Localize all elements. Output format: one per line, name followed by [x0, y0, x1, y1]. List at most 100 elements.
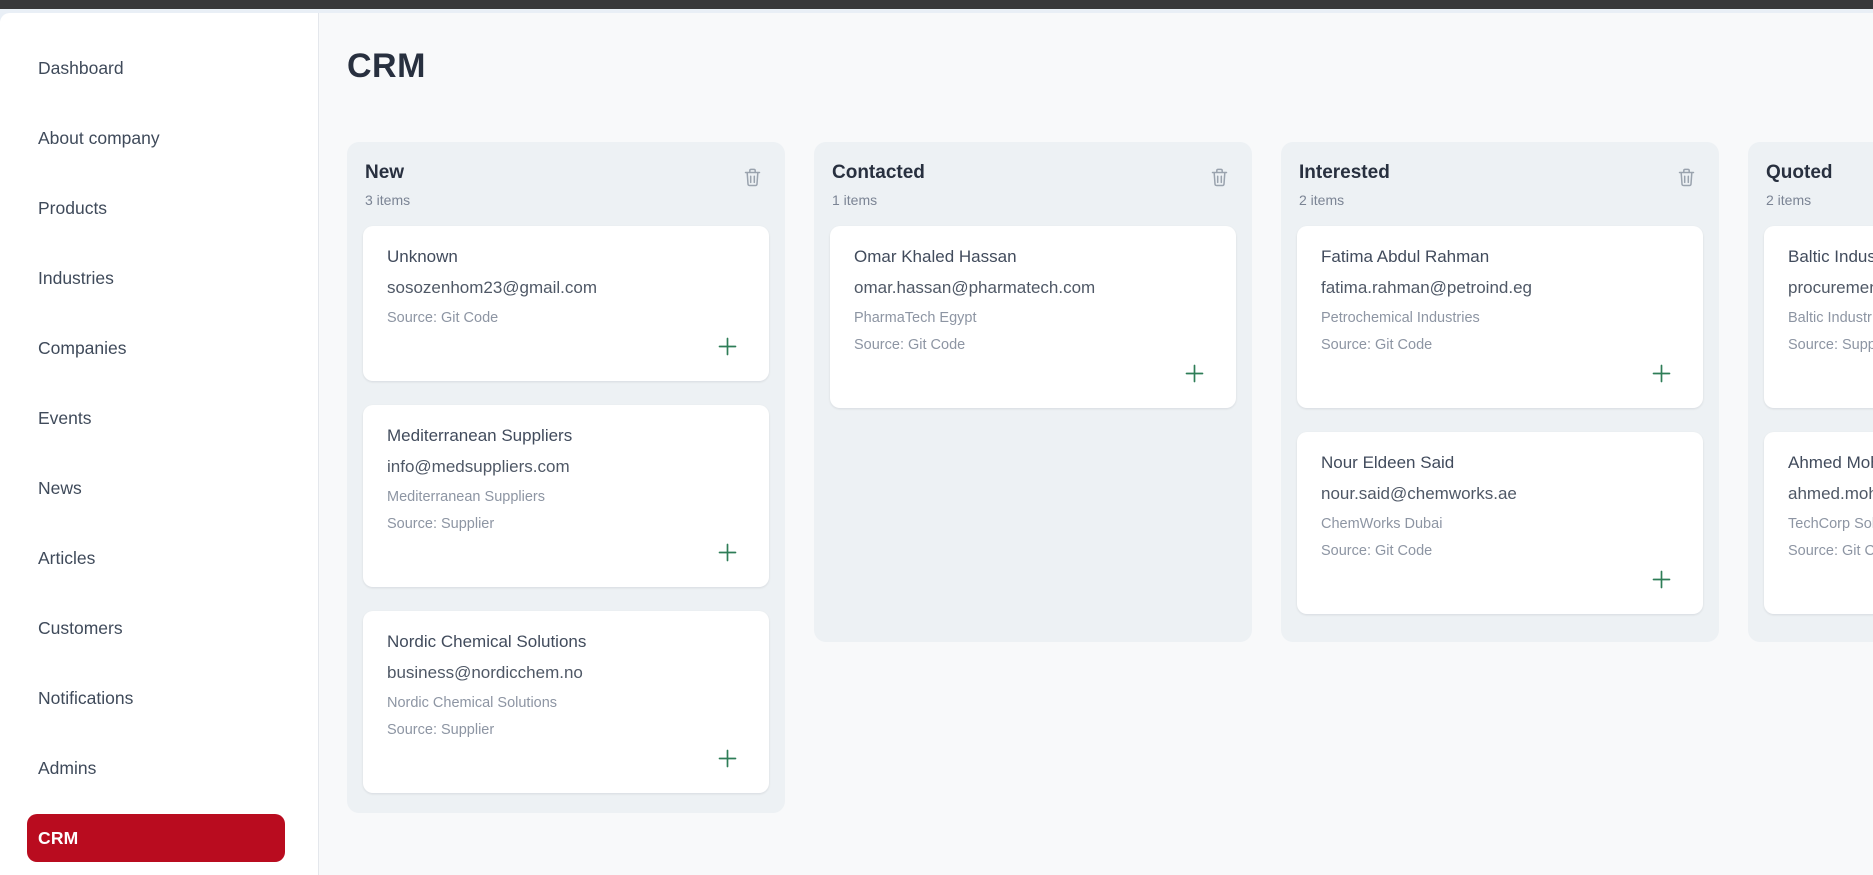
- lead-source: Source: Git Code: [1321, 542, 1433, 559]
- sidebar-nav: Dashboard About company Products Industries…: [0, 33, 318, 862]
- sidebar-item-events[interactable]: Events: [0, 383, 318, 453]
- lead-source: Source: Git C: [1788, 542, 1873, 559]
- sidebar-item-companies[interactable]: Companies: [0, 313, 318, 383]
- card-actions: [387, 533, 745, 573]
- column-item-count: 2 items: [1766, 191, 1812, 208]
- app-frame: Dashboard About company Products Industries…: [0, 13, 1873, 875]
- column-item-count: 3 items: [365, 191, 411, 208]
- sidebar-item-about-company[interactable]: About company: [0, 103, 318, 173]
- column-cards: Fatima Abdul Rahman fatima.rahman@petroi…: [1297, 225, 1703, 614]
- lead-company: PharmaTech Egypt: [854, 309, 977, 326]
- lead-email: ahmed.moh: [1788, 483, 1873, 503]
- lead-company: Petrochemical Industries: [1321, 309, 1480, 326]
- add-button[interactable]: [1650, 568, 1673, 591]
- card-actions: [1788, 354, 1873, 394]
- trash-icon: [1211, 168, 1228, 190]
- lead-card[interactable]: Mediterranean Suppliers info@medsupplier…: [363, 404, 769, 587]
- trash-icon: [1678, 168, 1695, 190]
- card-actions: [387, 739, 745, 779]
- column-title: Interested: [1299, 162, 1390, 183]
- lead-name: Nordic Chemical Solutions: [387, 631, 587, 651]
- column-item-count: 1 items: [832, 191, 878, 208]
- lead-card[interactable]: Unknown sosozenhom23@gmail.com Source: G…: [363, 225, 769, 381]
- add-button[interactable]: [716, 335, 739, 358]
- add-button[interactable]: [716, 747, 739, 770]
- column-item-count: 2 items: [1299, 191, 1345, 208]
- column-cards: Unknown sosozenhom23@gmail.com Source: G…: [363, 225, 769, 793]
- lead-name: Mediterranean Suppliers: [387, 425, 573, 445]
- lead-card[interactable]: Ahmed Moh ahmed.moh TechCorp Sol Source:…: [1764, 431, 1873, 614]
- add-button[interactable]: [1650, 362, 1673, 385]
- lead-name: Nour Eldeen Said: [1321, 452, 1455, 472]
- lead-card[interactable]: Fatima Abdul Rahman fatima.rahman@petroi…: [1297, 225, 1703, 408]
- lead-card[interactable]: Omar Khaled Hassan omar.hassan@pharmatec…: [830, 225, 1236, 408]
- lead-source: Source: Git Code: [1321, 336, 1433, 353]
- plus-icon: [1650, 364, 1673, 388]
- window-chrome-bar: [0, 0, 1873, 9]
- column-header: Quoted 2 items: [1764, 160, 1873, 208]
- plus-icon: [1650, 570, 1673, 594]
- lead-company: Nordic Chemical Solutions: [387, 694, 558, 711]
- lead-company: ChemWorks Dubai: [1321, 515, 1443, 532]
- delete-column-button[interactable]: [1674, 164, 1699, 191]
- column-header-text: Quoted 2 items: [1766, 162, 1833, 208]
- lead-name: Baltic Indus: [1788, 246, 1873, 266]
- lead-name: Ahmed Moh: [1788, 452, 1873, 472]
- card-actions: [387, 327, 745, 367]
- lead-company: Baltic Industr: [1788, 309, 1872, 326]
- delete-column-button[interactable]: [740, 164, 765, 191]
- sidebar-item-dashboard[interactable]: Dashboard: [0, 33, 318, 103]
- lead-email: omar.hassan@pharmatech.com: [854, 277, 1096, 297]
- lead-name: Omar Khaled Hassan: [854, 246, 1017, 266]
- card-actions: [1321, 354, 1679, 394]
- sidebar-item-admins[interactable]: Admins: [0, 733, 318, 803]
- column-title: Quoted: [1766, 162, 1833, 183]
- column-header: Contacted 1 items: [830, 160, 1236, 208]
- card-actions: [1788, 560, 1873, 600]
- add-button[interactable]: [1183, 362, 1206, 385]
- sidebar-item-crm[interactable]: CRM: [27, 814, 285, 862]
- lead-source: Source: Supplier: [387, 515, 495, 532]
- delete-column-button[interactable]: [1207, 164, 1232, 191]
- plus-icon: [716, 337, 739, 361]
- plus-icon: [1183, 364, 1206, 388]
- lead-email: procuremen: [1788, 277, 1873, 297]
- lead-email: fatima.rahman@petroind.eg: [1321, 277, 1532, 297]
- lead-email: nour.said@chemworks.ae: [1321, 483, 1517, 503]
- kanban-column-contacted: Contacted 1 items Omar Khaled Hassan oma…: [814, 142, 1252, 642]
- kanban-column-new: New 3 items Unknown sosozenhom23@gmail.c…: [347, 142, 785, 813]
- lead-source: Source: Git Code: [387, 309, 499, 326]
- plus-icon: [716, 749, 739, 773]
- column-header: New 3 items: [363, 160, 769, 208]
- lead-company: TechCorp Sol: [1788, 515, 1873, 532]
- lead-company: Mediterranean Suppliers: [387, 488, 545, 505]
- lead-source: Source: Suppl: [1788, 336, 1873, 353]
- sidebar-item-articles[interactable]: Articles: [0, 523, 318, 593]
- lead-card[interactable]: Baltic Indus procuremen Baltic Industr S…: [1764, 225, 1873, 408]
- column-title: Contacted: [832, 162, 925, 183]
- column-cards: Baltic Indus procuremen Baltic Industr S…: [1764, 225, 1873, 614]
- lead-card[interactable]: Nordic Chemical Solutions business@nordi…: [363, 610, 769, 793]
- column-header-text: Contacted 1 items: [832, 162, 925, 208]
- add-button[interactable]: [716, 541, 739, 564]
- sidebar-item-notifications[interactable]: Notifications: [0, 663, 318, 733]
- column-header-text: New 3 items: [365, 162, 410, 208]
- kanban-board: New 3 items Unknown sosozenhom23@gmail.c…: [347, 142, 1873, 813]
- sidebar-item-customers[interactable]: Customers: [0, 593, 318, 663]
- lead-name: Unknown: [387, 246, 458, 266]
- plus-icon: [716, 543, 739, 567]
- column-cards: Omar Khaled Hassan omar.hassan@pharmatec…: [830, 225, 1236, 408]
- column-title: New: [365, 162, 405, 183]
- lead-email: business@nordicchem.no: [387, 662, 583, 682]
- lead-card[interactable]: Nour Eldeen Said nour.said@chemworks.ae …: [1297, 431, 1703, 614]
- sidebar-item-products[interactable]: Products: [0, 173, 318, 243]
- column-header: Interested 2 items: [1297, 160, 1703, 208]
- sidebar-item-news[interactable]: News: [0, 453, 318, 523]
- main-content: CRM New 3 items Unknown sosozenhom23@gma…: [319, 13, 1873, 875]
- sidebar: Dashboard About company Products Industries…: [0, 13, 319, 875]
- lead-source: Source: Supplier: [387, 721, 495, 738]
- kanban-column-quoted: Quoted 2 items Baltic Indus procuremen B…: [1748, 142, 1873, 642]
- column-header-text: Interested 2 items: [1299, 162, 1390, 208]
- page-title: CRM: [347, 47, 426, 85]
- sidebar-item-industries[interactable]: Industries: [0, 243, 318, 313]
